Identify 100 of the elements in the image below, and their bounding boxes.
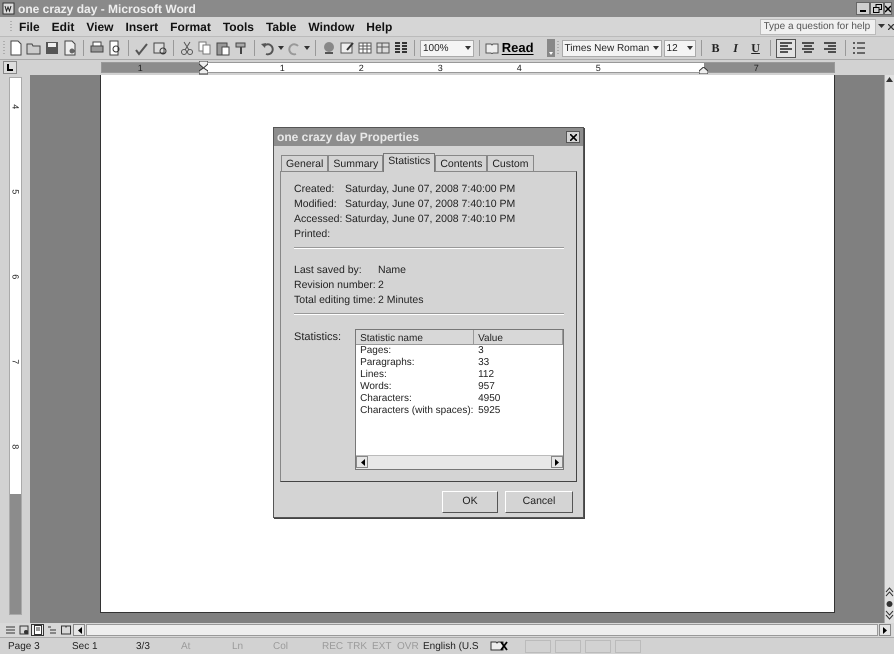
restore-button[interactable] [870, 2, 884, 15]
status-panel [554, 640, 580, 652]
tables-borders-icon[interactable] [339, 40, 355, 56]
menu-item[interactable]: Help [360, 18, 398, 36]
next-page-icon[interactable] [885, 610, 894, 620]
scroll-right-button[interactable] [551, 456, 563, 468]
underline-button[interactable]: U [746, 39, 765, 57]
close-button[interactable] [566, 131, 580, 143]
columns-icon[interactable] [393, 40, 409, 56]
ruler-number: 4 [516, 62, 522, 75]
menu-item[interactable]: File [13, 18, 46, 36]
status-text: Ln [232, 640, 244, 654]
tab-selector-icon[interactable] [2, 61, 17, 74]
close-icon[interactable] [888, 24, 894, 30]
dialog-tab[interactable]: Custom [487, 155, 534, 171]
scroll-right-button[interactable] [879, 624, 892, 636]
ruler-number: 1 [138, 62, 143, 75]
book-icon [485, 42, 499, 54]
cut-icon[interactable] [179, 40, 195, 56]
dialog-tab[interactable]: Summary [328, 155, 384, 171]
browse-object-icon[interactable] [885, 600, 894, 608]
paste-icon[interactable] [215, 40, 231, 56]
align-left-button[interactable] [776, 38, 796, 58]
status-text: EXT [372, 640, 392, 654]
research-icon[interactable] [152, 40, 168, 56]
caret-icon[interactable] [278, 46, 284, 50]
indent-marker-icon[interactable] [198, 61, 208, 75]
read-button[interactable]: Read [485, 38, 534, 58]
dialog-title: one crazy day Properties [277, 129, 420, 146]
minimize-icon [860, 10, 866, 12]
align-icon [778, 40, 794, 56]
font-dropdown[interactable]: Times New Roman [562, 40, 662, 56]
status-text: Sec 1 [72, 640, 99, 654]
dialog-tab[interactable]: Contents [435, 155, 488, 171]
save-icon[interactable] [44, 40, 60, 56]
menu-item[interactable]: Tools [216, 18, 260, 36]
caret-icon[interactable] [304, 46, 310, 50]
horizontal-scrollbar[interactable] [356, 455, 563, 469]
bold-button[interactable]: B [706, 39, 725, 57]
table-cell-text: Characters: [359, 393, 413, 405]
menu-item[interactable]: Window [302, 18, 360, 36]
menu-item[interactable]: View [80, 18, 120, 36]
table-cell-text: Pages: [359, 345, 392, 357]
dialog-button[interactable]: Cancel [505, 491, 573, 513]
toolbar-grip-icon[interactable] [556, 40, 560, 56]
view-button[interactable] [17, 624, 30, 636]
toolbar-grip-icon[interactable] [3, 40, 6, 56]
insert-worksheet-icon[interactable] [375, 40, 391, 56]
toolbar-options-icon[interactable] [546, 39, 555, 57]
permission-icon[interactable] [62, 40, 78, 56]
column-header[interactable]: Value [474, 330, 563, 344]
restore-icon [872, 4, 882, 13]
zoom-dropdown[interactable]: 100% [420, 40, 474, 56]
undo-icon[interactable] [260, 40, 276, 56]
caret-icon [686, 46, 693, 50]
ruler-number: 7 [754, 62, 759, 75]
insert-table-icon[interactable] [357, 40, 373, 56]
help-search-field[interactable]: Type a question for help [760, 18, 876, 34]
ruler-number: 5 [8, 189, 21, 194]
field-label: Modified: [294, 197, 338, 212]
status-text: Page 3 [8, 640, 41, 654]
view-button[interactable] [45, 624, 58, 636]
font-name: Times New Roman [564, 42, 650, 56]
column-header[interactable]: Statistic name [356, 330, 474, 344]
word-app-icon [2, 2, 15, 15]
menu-item[interactable]: Table [260, 18, 302, 36]
previous-page-icon[interactable] [885, 586, 894, 597]
horizontal-scrollbar[interactable] [86, 624, 878, 636]
field-value: Name [378, 263, 406, 278]
close-button[interactable] [884, 2, 892, 15]
bullets-icon[interactable] [850, 40, 867, 56]
status-text: English (U.S [423, 640, 480, 654]
font-size-dropdown[interactable]: 12 [664, 40, 696, 56]
italic-button[interactable]: I [726, 39, 745, 57]
view-button[interactable] [59, 624, 72, 636]
vertical-scrollbar[interactable] [884, 75, 894, 623]
align-icon [800, 40, 816, 56]
menu-item[interactable]: Format [164, 18, 217, 36]
new-document-icon[interactable] [8, 40, 24, 56]
vertical-ruler[interactable]: 4 5 6 7 8 [8, 77, 22, 615]
menu-item[interactable]: Insert [119, 18, 164, 36]
caret-icon [652, 46, 659, 50]
table-cell-text: 112 [477, 369, 494, 381]
font-size-value: 12 [666, 42, 679, 56]
copy-icon[interactable] [197, 40, 213, 56]
horizontal-ruler[interactable]: 1 1 2 3 4 5 7 [100, 62, 835, 73]
ruler-number: 3 [438, 62, 443, 75]
scroll-left-button[interactable] [73, 624, 85, 636]
view-button[interactable] [31, 624, 44, 636]
dialog-tab[interactable]: General [281, 155, 328, 171]
outline-view-icon [46, 625, 56, 635]
view-button[interactable] [3, 624, 16, 636]
minimize-button[interactable] [856, 2, 870, 15]
table-cell-text: 4950 [477, 393, 500, 405]
scroll-left-button[interactable] [356, 456, 368, 468]
dialog-tab[interactable]: Statistics [383, 153, 436, 172]
dialog-button[interactable]: OK [442, 491, 498, 513]
menu-item[interactable]: Edit [46, 18, 80, 36]
caret-icon[interactable] [878, 24, 886, 29]
field-value: 2 Minutes [378, 293, 424, 308]
